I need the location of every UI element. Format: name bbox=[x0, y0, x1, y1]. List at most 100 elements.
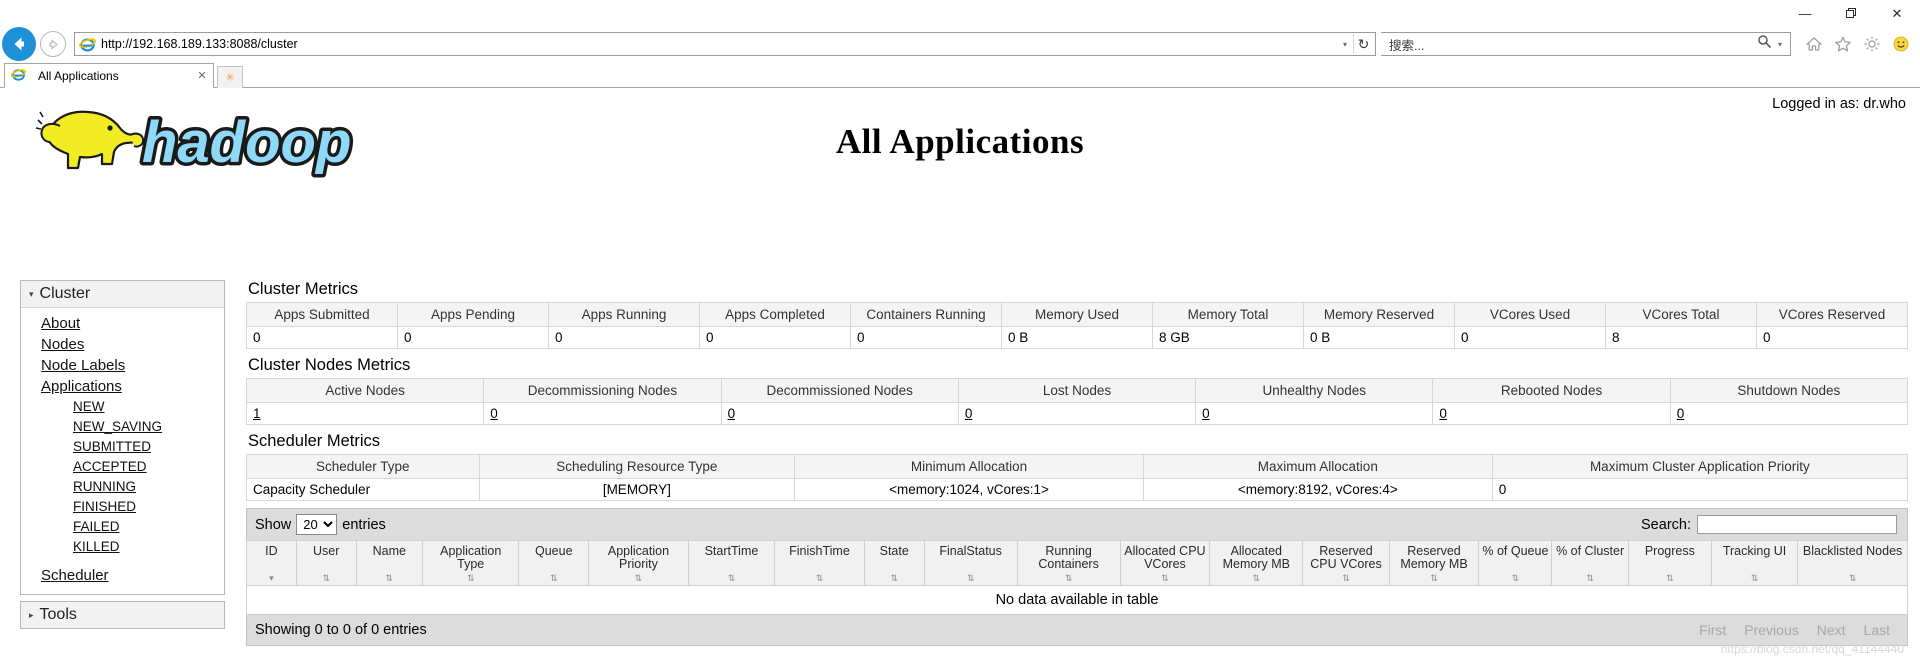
val-active-nodes-link[interactable]: 1 bbox=[253, 406, 261, 421]
val-lost-nodes-link[interactable]: 0 bbox=[965, 406, 973, 421]
sidebar-cluster-header[interactable]: ▾ Cluster bbox=[21, 281, 224, 308]
val-decommissioning-nodes[interactable]: 0 bbox=[483, 402, 722, 425]
sidebar-link-state-accepted[interactable]: ACCEPTED bbox=[21, 457, 224, 477]
val-decommissioned-nodes[interactable]: 0 bbox=[720, 402, 959, 425]
val-memory-reserved: 0 B bbox=[1303, 326, 1455, 349]
col-user-label: User bbox=[313, 544, 340, 558]
pagination-next-button[interactable]: Next bbox=[1808, 622, 1855, 638]
val-rebooted-nodes[interactable]: 0 bbox=[1432, 402, 1671, 425]
val-unhealthy-nodes[interactable]: 0 bbox=[1195, 402, 1434, 425]
pagination-previous-button[interactable]: Previous bbox=[1735, 622, 1807, 638]
favorites-star-icon[interactable] bbox=[1830, 31, 1856, 57]
applications-empty-row: No data available in table bbox=[246, 585, 1908, 615]
sidebar-link-state-new[interactable]: NEW bbox=[21, 397, 224, 417]
col-running-containers[interactable]: Running Containers ⇅ bbox=[1016, 540, 1121, 586]
window-close-button[interactable]: ✕ bbox=[1874, 0, 1920, 26]
val-maximum-allocation: <memory:8192, vCores:4> bbox=[1142, 478, 1493, 501]
new-tab-button[interactable]: ✳ bbox=[217, 66, 243, 88]
sidebar-link-state-running[interactable]: RUNNING bbox=[21, 477, 224, 497]
search-dropdown-icon[interactable]: ▾ bbox=[1774, 40, 1786, 49]
val-memory-total: 8 GB bbox=[1152, 326, 1304, 349]
col-percent-of-cluster[interactable]: % of Cluster ⇅ bbox=[1551, 540, 1629, 586]
col-progress[interactable]: Progress ⇅ bbox=[1627, 540, 1712, 586]
col-allocated-memory-mb[interactable]: Allocated Memory MB ⇅ bbox=[1209, 540, 1304, 586]
col-queue[interactable]: Queue ⇅ bbox=[518, 540, 590, 586]
browser-tabstrip: All Applications ✕ ✳ bbox=[0, 62, 1920, 88]
col-reserved-cpu-vcores[interactable]: Reserved CPU VCores ⇅ bbox=[1302, 540, 1390, 586]
col-memory-total: Memory Total bbox=[1152, 302, 1304, 327]
col-queue-label: Queue bbox=[534, 544, 573, 558]
hadoop-yarn-page: Logged in as: dr.who hadoop hadoop All A… bbox=[0, 88, 1920, 660]
scheduler-metrics-title: Scheduler Metrics bbox=[248, 432, 381, 450]
sidebar-tools-label: Tools bbox=[39, 606, 77, 623]
browser-search-box[interactable]: 搜索... ▾ bbox=[1381, 32, 1791, 56]
sort-icon: ⇅ bbox=[1586, 573, 1594, 583]
window-minimize-button[interactable]: — bbox=[1782, 0, 1828, 26]
pagination-last-button[interactable]: Last bbox=[1855, 622, 1899, 638]
col-blacklisted-nodes[interactable]: Blacklisted Nodes ⇅ bbox=[1797, 540, 1908, 586]
col-state[interactable]: State ⇅ bbox=[863, 540, 925, 586]
col-user[interactable]: User ⇅ bbox=[295, 540, 357, 586]
col-scheduler-type: Scheduler Type bbox=[246, 454, 480, 479]
sidebar-link-state-submitted[interactable]: SUBMITTED bbox=[21, 437, 224, 457]
tools-gear-icon[interactable] bbox=[1859, 31, 1885, 57]
val-decommissioning-nodes-link[interactable]: 0 bbox=[490, 406, 498, 421]
sidebar-link-state-new-saving[interactable]: NEW_SAVING bbox=[21, 417, 224, 437]
tab-close-icon[interactable]: ✕ bbox=[195, 69, 209, 82]
col-reserved-memory-mb[interactable]: Reserved Memory MB ⇅ bbox=[1388, 540, 1480, 586]
back-button[interactable] bbox=[2, 27, 36, 61]
col-state-label: State bbox=[879, 544, 909, 558]
col-reserved-memory-mb-label: Reserved Memory MB bbox=[1400, 544, 1468, 571]
entries-per-page-select[interactable]: 20 bbox=[296, 514, 338, 535]
back-arrow-icon bbox=[14, 37, 24, 51]
sort-icon: ⇅ bbox=[1511, 573, 1520, 583]
col-vcores-reserved: VCores Reserved bbox=[1756, 302, 1908, 327]
forward-button[interactable] bbox=[40, 31, 66, 57]
val-rebooted-nodes-link[interactable]: 0 bbox=[1439, 406, 1447, 421]
col-percent-of-queue[interactable]: % of Queue ⇅ bbox=[1478, 540, 1553, 586]
sidebar-link-scheduler[interactable]: Scheduler bbox=[21, 565, 224, 586]
chevron-down-icon: ▾ bbox=[29, 288, 34, 299]
col-allocated-cpu-vcores[interactable]: Allocated CPU VCores ⇅ bbox=[1119, 540, 1211, 586]
search-icon[interactable] bbox=[1754, 34, 1774, 54]
val-lost-nodes[interactable]: 0 bbox=[957, 402, 1197, 425]
sidebar-link-state-finished[interactable]: FINISHED bbox=[21, 497, 224, 517]
col-finalstatus[interactable]: FinalStatus ⇅ bbox=[923, 540, 1018, 586]
window-maximize-button[interactable] bbox=[1828, 0, 1874, 26]
home-icon[interactable] bbox=[1801, 31, 1827, 57]
col-tracking-ui[interactable]: Tracking UI ⇅ bbox=[1710, 540, 1799, 586]
col-application-type[interactable]: Application Type ⇅ bbox=[422, 540, 520, 586]
sort-icon: ⇅ bbox=[1064, 573, 1073, 583]
val-shutdown-nodes-link[interactable]: 0 bbox=[1677, 406, 1685, 421]
col-application-priority[interactable]: Application Priority ⇅ bbox=[588, 540, 689, 586]
sidebar-link-applications[interactable]: Applications bbox=[21, 376, 224, 397]
col-allocated-cpu-vcores-label: Allocated CPU VCores bbox=[1124, 544, 1206, 571]
sidebar-link-node-labels[interactable]: Node Labels bbox=[21, 355, 224, 376]
refresh-icon[interactable]: ↻ bbox=[1353, 34, 1373, 54]
no-data-message: No data available in table bbox=[246, 585, 1908, 615]
feedback-smiley-icon[interactable] bbox=[1888, 31, 1914, 57]
browser-tab-all-applications[interactable]: All Applications ✕ bbox=[4, 63, 214, 88]
address-dropdown-icon[interactable]: ▾ bbox=[1337, 40, 1353, 49]
col-finishtime[interactable]: FinishTime ⇅ bbox=[774, 540, 865, 586]
sidebar-link-state-killed[interactable]: KILLED bbox=[21, 537, 224, 557]
val-unhealthy-nodes-link[interactable]: 0 bbox=[1202, 406, 1210, 421]
val-decommissioned-nodes-link[interactable]: 0 bbox=[728, 406, 736, 421]
val-active-nodes[interactable]: 1 bbox=[245, 402, 485, 425]
search-input[interactable] bbox=[1697, 515, 1897, 534]
address-bar[interactable]: http://192.168.189.133:8088/cluster ▾ ↻ bbox=[74, 32, 1376, 56]
val-apps-submitted: 0 bbox=[246, 326, 398, 349]
logged-in-as-label: Logged in as: dr.who bbox=[1772, 96, 1906, 112]
col-shutdown-nodes: Shutdown Nodes bbox=[1669, 378, 1909, 403]
col-starttime[interactable]: StartTime ⇅ bbox=[687, 540, 776, 586]
col-apps-running: Apps Running bbox=[548, 302, 700, 327]
col-name[interactable]: Name ⇅ bbox=[355, 540, 424, 586]
col-containers-running: Containers Running bbox=[850, 302, 1002, 327]
sidebar-link-state-failed[interactable]: FAILED bbox=[21, 517, 224, 537]
col-id[interactable]: ID ▾ bbox=[246, 540, 297, 586]
sidebar-tools-header[interactable]: ▸ Tools bbox=[21, 602, 224, 628]
val-shutdown-nodes[interactable]: 0 bbox=[1669, 402, 1909, 425]
pagination-first-button[interactable]: First bbox=[1690, 622, 1735, 638]
sidebar-link-nodes[interactable]: Nodes bbox=[21, 334, 224, 355]
sidebar-link-about[interactable]: About bbox=[21, 313, 224, 334]
